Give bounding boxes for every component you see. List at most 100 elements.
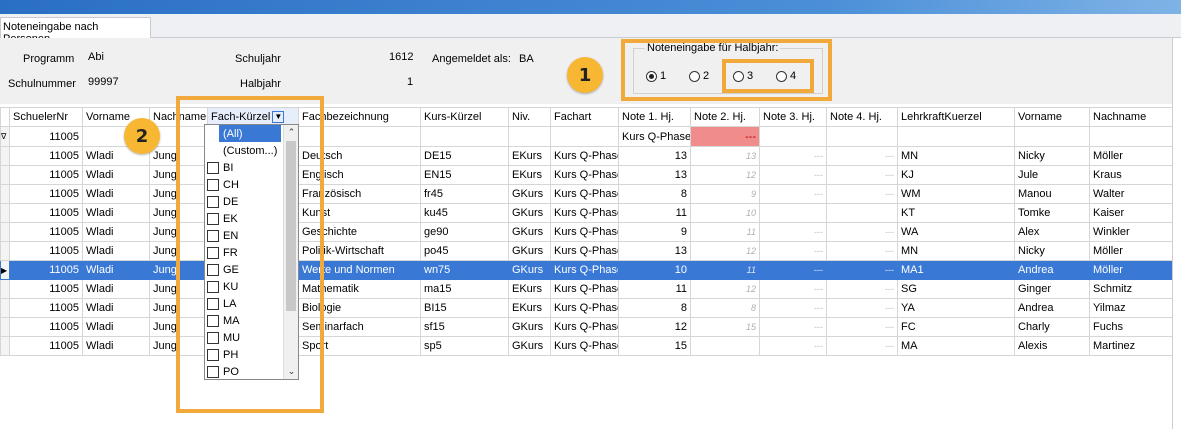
cell-lvor[interactable]: Alexis (1014, 336, 1090, 356)
row-indicator[interactable] (0, 336, 10, 356)
cell-lk[interactable]: MA (897, 336, 1015, 356)
filter-cell[interactable] (508, 126, 551, 147)
cell-niv[interactable]: EKurs (508, 298, 551, 318)
row-indicator[interactable] (0, 241, 10, 261)
cell-nr[interactable]: 11005 (9, 317, 83, 337)
filter-cell-schuelernr[interactable]: 11005 (9, 126, 83, 147)
cell-niv[interactable]: EKurs (508, 146, 551, 166)
filter-cell-note1[interactable]: --- (690, 126, 760, 147)
cell-fachart[interactable]: Kurs Q-Phase (550, 165, 619, 185)
cell-kurs[interactable]: sf15 (420, 317, 509, 337)
filter-cell[interactable] (759, 126, 827, 147)
cell-n3[interactable]: --- (759, 279, 827, 299)
cell-lvor[interactable]: Ginger (1014, 279, 1090, 299)
cell-nr[interactable]: 11005 (9, 222, 83, 242)
cell-fachart[interactable]: Kurs Q-Phase (550, 222, 619, 242)
cell-niv[interactable]: EKurs (508, 165, 551, 185)
cell-lvor[interactable]: Nicky (1014, 241, 1090, 261)
col-header-kurs-kuerzel[interactable]: Kurs-Kürzel (420, 107, 509, 127)
cell-n1[interactable]: 12 (618, 317, 691, 337)
cell-lvor[interactable]: Tomke (1014, 203, 1090, 223)
filter-cell[interactable] (1089, 126, 1173, 147)
col-header-schuelernr[interactable]: SchuelerNr (9, 107, 83, 127)
cell-fachart[interactable]: Kurs Q-Phase (550, 146, 619, 166)
cell-kurs[interactable]: BI15 (420, 298, 509, 318)
cell-n2[interactable]: 11 (690, 260, 760, 280)
cell-n2[interactable]: 9 (690, 184, 760, 204)
cell-kurs[interactable]: fr45 (420, 184, 509, 204)
cell-nr[interactable]: 11005 (9, 165, 83, 185)
col-header-lehrkraft[interactable]: LehrkraftKuerzel (897, 107, 1015, 127)
cell-kurs[interactable]: EN15 (420, 165, 509, 185)
cell-fachart[interactable]: Kurs Q-Phase (550, 203, 619, 223)
cell-n3[interactable]: --- (759, 298, 827, 318)
cell-nr[interactable]: 11005 (9, 203, 83, 223)
row-indicator[interactable] (0, 184, 10, 204)
cell-lvor[interactable]: Jule (1014, 165, 1090, 185)
cell-nr[interactable]: 11005 (9, 336, 83, 356)
cell-n4[interactable]: --- (826, 184, 898, 204)
cell-vorname[interactable]: Wladi (82, 298, 150, 318)
cell-kurs[interactable]: ma15 (420, 279, 509, 299)
cell-lk[interactable]: MN (897, 241, 1015, 261)
cell-n1[interactable]: 8 (618, 184, 691, 204)
col-header-note2[interactable]: Note 2. Hj. (690, 107, 760, 127)
cell-fachart[interactable]: Kurs Q-Phase (550, 241, 619, 261)
row-indicator[interactable] (0, 298, 10, 318)
cell-fachart[interactable]: Kurs Q-Phase (550, 336, 619, 356)
cell-lnach[interactable]: Möller (1089, 241, 1173, 261)
filter-cell[interactable] (550, 126, 619, 147)
cell-n2[interactable]: 12 (690, 165, 760, 185)
cell-nr[interactable]: 11005 (9, 184, 83, 204)
cell-n1[interactable]: 10 (618, 260, 691, 280)
cell-vorname[interactable]: Wladi (82, 184, 150, 204)
cell-niv[interactable]: GKurs (508, 184, 551, 204)
cell-lvor[interactable]: Alex (1014, 222, 1090, 242)
cell-vorname[interactable]: Wladi (82, 165, 150, 185)
cell-n3[interactable]: --- (759, 222, 827, 242)
cell-lk[interactable]: MN (897, 146, 1015, 166)
cell-lk[interactable]: WM (897, 184, 1015, 204)
cell-n1[interactable]: 11 (618, 279, 691, 299)
cell-lk[interactable]: FC (897, 317, 1015, 337)
cell-lnach[interactable]: Walter (1089, 184, 1173, 204)
cell-kurs[interactable]: wn75 (420, 260, 509, 280)
cell-nr[interactable]: 11005 (9, 260, 83, 280)
cell-lnach[interactable]: Winkler (1089, 222, 1173, 242)
right-scrollbar[interactable] (1172, 38, 1181, 429)
cell-niv[interactable]: GKurs (508, 203, 551, 223)
cell-n1[interactable]: 9 (618, 222, 691, 242)
col-header-l-nachname[interactable]: Nachname (1089, 107, 1173, 127)
cell-niv[interactable]: GKurs (508, 241, 551, 261)
cell-nr[interactable]: 11005 (9, 241, 83, 261)
cell-fachart[interactable]: Kurs Q-Phase (550, 298, 619, 318)
cell-fachart[interactable]: Kurs Q-Phase (550, 184, 619, 204)
cell-niv[interactable]: GKurs (508, 336, 551, 356)
cell-n3[interactable]: --- (759, 317, 827, 337)
cell-n1[interactable]: 13 (618, 146, 691, 166)
cell-n4[interactable]: --- (826, 317, 898, 337)
cell-n4[interactable]: --- (826, 165, 898, 185)
cell-n2[interactable]: 11 (690, 222, 760, 242)
cell-vorname[interactable]: Wladi (82, 279, 150, 299)
cell-n4[interactable]: --- (826, 336, 898, 356)
row-indicator[interactable] (0, 222, 10, 242)
cell-lk[interactable]: SG (897, 279, 1015, 299)
cell-lnach[interactable]: Schmitz (1089, 279, 1173, 299)
cell-lnach[interactable]: Fuchs (1089, 317, 1173, 337)
cell-n3[interactable]: --- (759, 146, 827, 166)
row-indicator[interactable] (0, 279, 10, 299)
cell-kurs[interactable]: po45 (420, 241, 509, 261)
cell-n4[interactable] (826, 203, 898, 223)
cell-lk[interactable]: YA (897, 298, 1015, 318)
cell-lk[interactable]: KJ (897, 165, 1015, 185)
row-pointer-icon[interactable]: ▶ (0, 260, 10, 280)
cell-lnach[interactable]: Kaiser (1089, 203, 1173, 223)
col-header-l-vorname[interactable]: Vorname (1014, 107, 1090, 127)
cell-fachart[interactable]: Kurs Q-Phase (550, 279, 619, 299)
cell-niv[interactable]: GKurs (508, 260, 551, 280)
cell-n1[interactable]: 15 (618, 336, 691, 356)
cell-lnach[interactable]: Kraus (1089, 165, 1173, 185)
cell-lnach[interactable]: Möller (1089, 260, 1173, 280)
cell-n2[interactable]: 10 (690, 203, 760, 223)
